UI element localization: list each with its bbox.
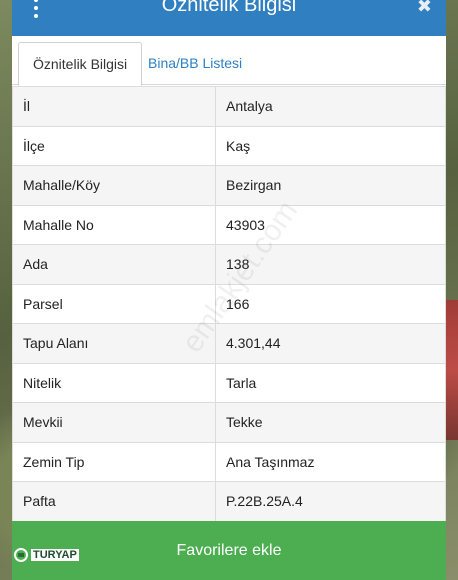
table-row: Nitelik Tarla: [12, 362, 446, 403]
attr-value: 166: [215, 283, 446, 324]
attr-value: Antalya: [215, 86, 446, 127]
tab-bar: Öznitelik Bilgisi Bina/BB Listesi: [12, 36, 446, 86]
attr-value: Kaş: [215, 125, 446, 166]
tab-building-list[interactable]: Bina/BB Listesi: [134, 42, 256, 84]
attr-value: Tekke: [215, 402, 446, 443]
attr-value: Tarla: [215, 362, 446, 403]
attr-key: Tapu Alanı: [12, 323, 216, 364]
turyap-logo-mark-icon: [14, 548, 28, 562]
attr-key: Pafta: [12, 481, 216, 522]
attr-value: 43903: [215, 204, 446, 245]
table-row: Mevkii Tekke: [12, 402, 446, 443]
attr-key: Nitelik: [12, 362, 216, 403]
attribute-info-dialog: Öznitelik Bilgisi ✖ Öznitelik Bilgisi Bi…: [12, 0, 446, 580]
attr-key: Mevkii: [12, 402, 216, 443]
turyap-logo-text: TURYAP: [31, 549, 79, 561]
attribute-table: İl Antalya İlçe Kaş Mahalle/Köy Bezirgan Ma…: [12, 86, 446, 522]
attr-key: İl: [12, 86, 216, 127]
table-row: Mahalle/Köy Bezirgan: [12, 165, 446, 206]
attr-value: Bezirgan: [215, 165, 446, 206]
attr-key: Mahalle/Köy: [12, 165, 216, 206]
attr-key: Mahalle No: [12, 204, 216, 245]
table-row: İl Antalya: [12, 86, 446, 127]
dialog-title: Öznitelik Bilgisi: [161, 0, 297, 16]
dialog-titlebar: Öznitelik Bilgisi ✖: [12, 0, 446, 36]
close-icon[interactable]: ✖: [417, 0, 432, 17]
attr-key: Ada: [12, 244, 216, 285]
table-row: Pafta P.22B.25A.4: [12, 481, 446, 522]
attr-key: İlçe: [12, 125, 216, 166]
tab-attribute-info[interactable]: Öznitelik Bilgisi: [18, 42, 143, 86]
attr-value: P.22B.25A.4: [215, 481, 446, 522]
attr-key: Zemin Tip: [12, 441, 216, 482]
table-row: Zemin Tip Ana Taşınmaz: [12, 441, 446, 482]
table-row: Ada 138: [12, 244, 446, 285]
turyap-logo: TURYAP: [14, 544, 82, 566]
table-row: Tapu Alanı 4.301,44: [12, 323, 446, 364]
table-row: Mahalle No 43903: [12, 204, 446, 245]
attr-value: 4.301,44: [215, 323, 446, 364]
attr-value: 138: [215, 244, 446, 285]
attr-key: Parsel: [12, 283, 216, 324]
attr-value: Ana Taşınmaz: [215, 441, 446, 482]
table-row: İlçe Kaş: [12, 125, 446, 166]
table-row: Parsel 166: [12, 283, 446, 324]
